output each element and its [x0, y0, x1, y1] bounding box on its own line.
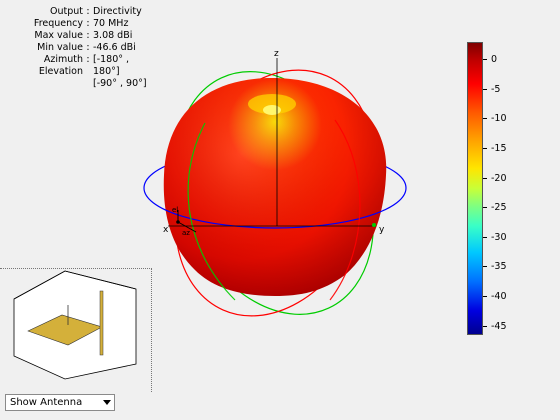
dropdown-selected-value: Show Antenna [10, 397, 83, 408]
antenna-preview-panel [0, 268, 152, 392]
antenna-geometry-preview[interactable] [0, 269, 151, 392]
z-axis-label: z [274, 49, 279, 59]
colorbar [467, 42, 483, 335]
azimuth-label: az [182, 229, 190, 237]
x-axis-label: x [163, 225, 169, 235]
antenna-display-dropdown[interactable]: Show Antenna [5, 394, 115, 411]
colorbar-ticks: 0 -5 -10 -15 -20 -25 -30 -35 -40 -45 [483, 42, 533, 335]
elevation-label: el [172, 206, 178, 214]
y-axis-label: y [379, 225, 385, 235]
chevron-down-icon[interactable] [103, 400, 111, 405]
monopole-element [99, 290, 104, 356]
